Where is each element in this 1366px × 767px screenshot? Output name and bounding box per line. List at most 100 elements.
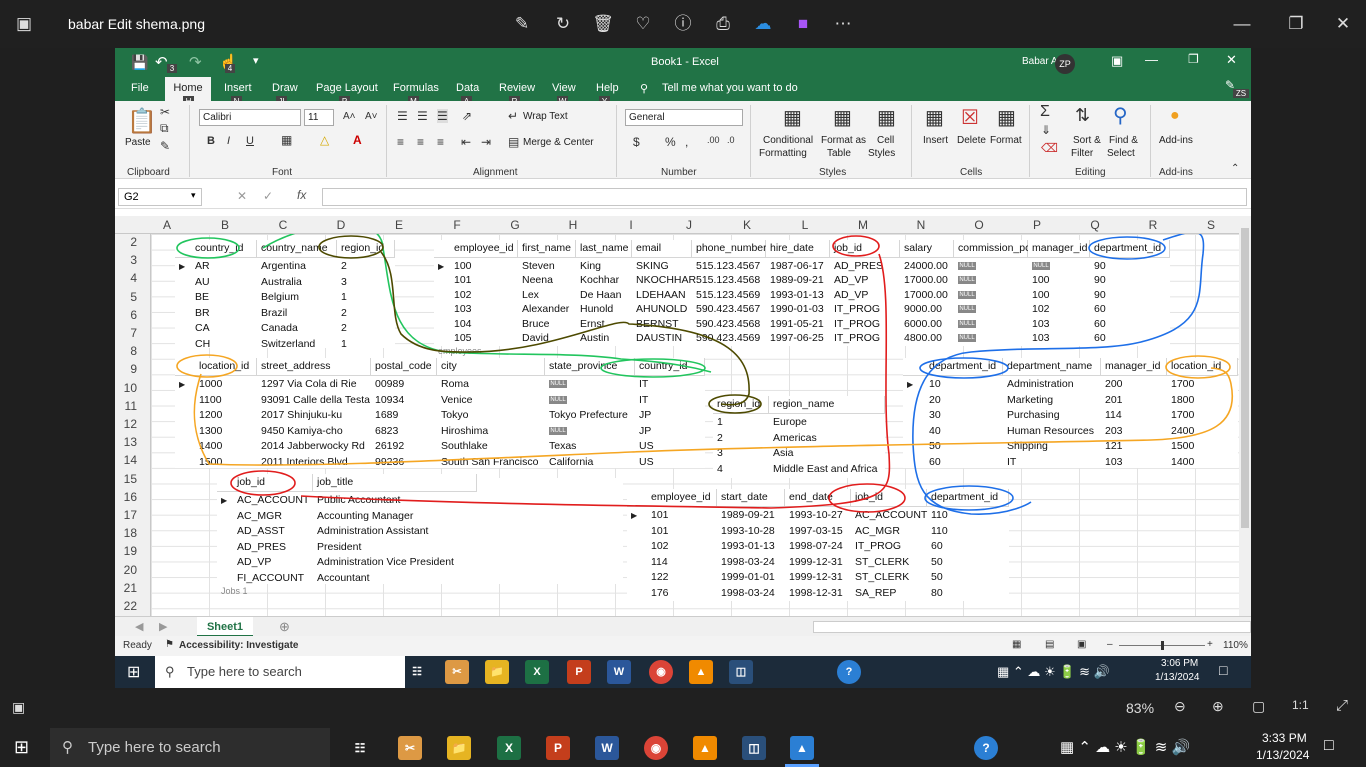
print-icon[interactable]: ⎙ xyxy=(711,12,735,36)
row-header-11[interactable]: 11 xyxy=(115,399,137,413)
column-header-e[interactable]: E xyxy=(391,218,407,232)
row-header-7[interactable]: 7 xyxy=(115,326,137,340)
underline-button[interactable]: U xyxy=(246,135,254,147)
photos-icon[interactable]: ▲ xyxy=(790,736,814,760)
column-header-c[interactable]: C xyxy=(275,218,291,232)
powerpoint-icon[interactable]: P xyxy=(546,736,570,760)
format-cells-button[interactable]: Format xyxy=(990,135,1022,146)
powerpoint-taskbar-icon[interactable]: P xyxy=(567,660,591,684)
word-taskbar-icon[interactable]: W xyxy=(607,660,631,684)
row-header-14[interactable]: 14 xyxy=(115,453,137,467)
clipchamp-icon[interactable]: ■ xyxy=(791,12,815,36)
column-header-h[interactable]: H xyxy=(565,218,581,232)
info-icon[interactable]: ⓘ xyxy=(671,12,695,36)
column-header-o[interactable]: O xyxy=(971,218,987,232)
cell-styles-label-1[interactable]: Cell xyxy=(877,135,894,146)
find-select-label-1[interactable]: Find & xyxy=(1109,135,1138,146)
conditional-formatting-icon[interactable]: ▦ xyxy=(783,105,802,130)
format-as-table-label-1[interactable]: Format as xyxy=(821,135,866,146)
ribbon-display-icon[interactable]: ▣ xyxy=(1111,53,1123,69)
find-select-icon[interactable]: ⚲ xyxy=(1113,103,1128,128)
onedrive-icon[interactable]: ☁ xyxy=(751,12,775,36)
row-header-4[interactable]: 4 xyxy=(115,271,137,285)
edit-icon[interactable]: ✎ xyxy=(510,12,534,36)
excel-minimize-icon[interactable]: — xyxy=(1145,52,1158,67)
conditional-formatting-label-2[interactable]: Formatting xyxy=(759,148,807,159)
add-ins-icon[interactable]: ● xyxy=(1170,107,1180,125)
sort-filter-icon[interactable]: ⇅ xyxy=(1075,105,1090,126)
delete-cells-button[interactable]: Delete xyxy=(957,135,986,146)
decrease-decimal-icon[interactable]: .0 xyxy=(727,135,735,145)
snip-icon[interactable]: ✂ xyxy=(398,736,422,760)
column-header-b[interactable]: B xyxy=(217,218,233,232)
column-header-l[interactable]: L xyxy=(797,218,813,232)
delete-cells-icon[interactable]: ☒ xyxy=(961,105,979,130)
app-taskbar-icon[interactable]: ◫ xyxy=(729,660,753,684)
avatar[interactable]: ZP xyxy=(1055,54,1075,74)
more-options-icon[interactable]: ⋯ xyxy=(831,12,855,36)
vlc-icon[interactable]: ▲ xyxy=(693,736,717,760)
actual-size-icon[interactable]: 1:1 xyxy=(1292,698,1309,712)
column-header-i[interactable]: I xyxy=(623,218,639,232)
insert-function-icon[interactable]: fx xyxy=(297,188,306,202)
name-box-dropdown-icon[interactable]: ▾ xyxy=(191,190,196,201)
favorite-icon[interactable]: ♡ xyxy=(631,12,655,36)
tell-me-search[interactable]: Tell me what you want to do xyxy=(662,82,798,94)
align-top-icon[interactable]: ☰ xyxy=(397,109,408,123)
add-sheet-icon[interactable]: ⊕ xyxy=(279,619,290,635)
row-header-2[interactable]: 2 xyxy=(115,235,137,249)
vertical-scrollbar[interactable] xyxy=(1239,218,1251,616)
horizontal-scrollbar[interactable] xyxy=(813,621,1251,633)
next-sheet-icon[interactable]: ▶ xyxy=(159,620,167,633)
format-as-table-icon[interactable]: ▦ xyxy=(833,105,852,130)
column-header-r[interactable]: R xyxy=(1145,218,1161,232)
customize-qat-icon[interactable]: ▾ xyxy=(253,54,259,67)
sort-filter-label-2[interactable]: Filter xyxy=(1071,148,1093,159)
zoom-in-icon[interactable]: + xyxy=(1207,639,1213,650)
inner-search-box[interactable]: ⚲ Type here to search xyxy=(155,656,405,688)
merge-center-button[interactable]: Merge & Center xyxy=(523,137,594,148)
align-right-icon[interactable]: ≡ xyxy=(437,135,444,149)
taskbar-search-box[interactable]: ⚲ Type here to search xyxy=(50,728,330,767)
file-explorer-icon[interactable]: 📁 xyxy=(447,736,471,760)
tab-view[interactable]: View xyxy=(552,82,576,94)
row-header-8[interactable]: 8 xyxy=(115,344,137,358)
add-ins-button[interactable]: Add-ins xyxy=(1159,135,1193,146)
worksheet-grid[interactable]: country_id country_name region_id ▶ AR Argent… xyxy=(151,234,1239,616)
tab-review[interactable]: Review xyxy=(499,82,535,94)
snip-icon[interactable]: ✂ xyxy=(445,660,469,684)
italic-button[interactable]: I xyxy=(227,135,230,147)
column-header-j[interactable]: J xyxy=(681,218,697,232)
tab-insert[interactable]: Insert xyxy=(224,82,252,94)
cancel-entry-icon[interactable]: ✕ xyxy=(237,189,247,203)
font-color-icon[interactable]: A xyxy=(353,133,362,147)
page-break-view-icon[interactable]: ▣ xyxy=(1077,639,1086,650)
close-icon[interactable]: ✕ xyxy=(1331,12,1355,36)
decrease-indent-icon[interactable]: ⇤ xyxy=(461,135,471,149)
orientation-icon[interactable]: ⇗ xyxy=(462,109,472,123)
row-header-5[interactable]: 5 xyxy=(115,290,137,304)
tab-formulas[interactable]: Formulas xyxy=(393,82,439,94)
fill-icon[interactable]: ⇓ xyxy=(1041,123,1051,137)
row-header-18[interactable]: 18 xyxy=(115,526,137,540)
accessibility-status[interactable]: Accessibility: Investigate xyxy=(179,640,299,651)
delete-icon[interactable]: 🗑 xyxy=(591,12,615,36)
insert-cells-icon[interactable]: ▦ xyxy=(925,105,944,130)
prev-sheet-icon[interactable]: ◀ xyxy=(135,620,143,633)
save-icon[interactable]: 💾 xyxy=(131,54,148,71)
tab-file[interactable]: File xyxy=(131,82,149,94)
column-header-q[interactable]: Q xyxy=(1087,218,1103,232)
help-icon[interactable]: ? xyxy=(974,736,998,760)
zoom-slider-thumb[interactable] xyxy=(1161,641,1164,650)
row-header-19[interactable]: 19 xyxy=(115,544,137,558)
tray-icons[interactable]: ▦ ⌃ ☁ ☀ 🔋 ≋ 🔊 xyxy=(1060,738,1190,756)
format-as-table-label-2[interactable]: Table xyxy=(827,148,851,159)
align-bottom-icon[interactable]: ☰ xyxy=(437,109,448,123)
inner-start-icon[interactable]: ⊞ xyxy=(127,662,140,682)
cell-styles-label-2[interactable]: Styles xyxy=(868,148,895,159)
wrap-text-button[interactable]: Wrap Text xyxy=(523,111,568,122)
row-header-17[interactable]: 17 xyxy=(115,508,137,522)
column-header-n[interactable]: N xyxy=(913,218,929,232)
tell-me-icon[interactable]: ⚲ xyxy=(640,82,648,95)
number-format-select[interactable]: General xyxy=(625,109,743,126)
